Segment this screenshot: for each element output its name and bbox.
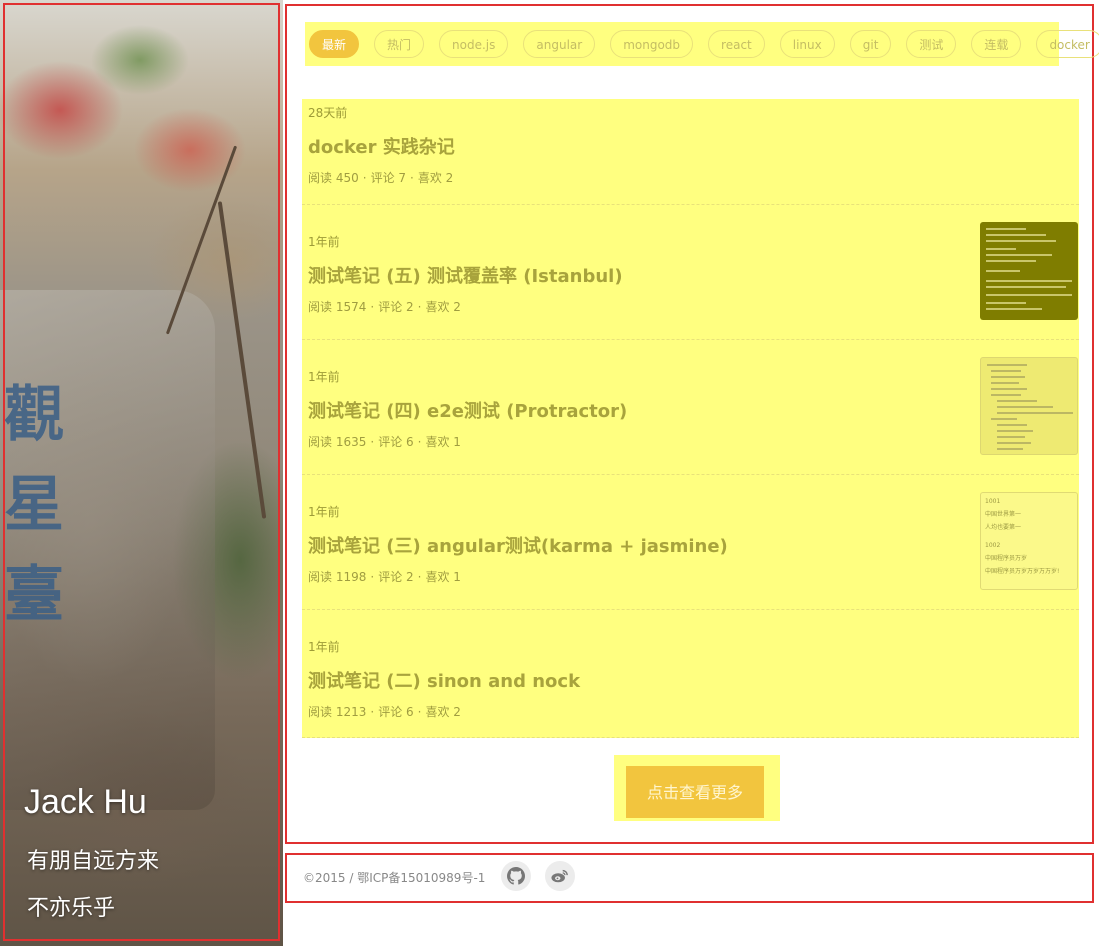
article-list: 28天前 docker 实践杂记 阅读 450 · 评论 7 · 喜欢 2 1年前 测试… — [302, 99, 1079, 738]
article-meta: 阅读 1635 · 评论 6 · 喜欢 1 — [308, 433, 461, 450]
list-preview-thumbnail[interactable]: 1001 中国世界第一 人均也要第一 1002 中国程序员万岁 中国程序员万岁万… — [980, 492, 1078, 590]
comment-count: 评论 6 — [378, 435, 414, 449]
like-count: 喜欢 2 — [425, 705, 461, 719]
tag-docker[interactable]: docker — [1036, 30, 1099, 58]
comment-count: 评论 2 — [378, 570, 414, 584]
article-time: 1年前 — [308, 505, 340, 519]
comment-count: 评论 2 — [378, 300, 414, 314]
article-time: 28天前 — [308, 106, 348, 120]
article-time: 1年前 — [308, 640, 340, 654]
article-meta: 阅读 1198 · 评论 2 · 喜欢 1 — [308, 568, 461, 585]
github-icon[interactable] — [501, 861, 531, 891]
preview-id: 1002 — [985, 542, 1001, 549]
read-count: 阅读 1635 — [308, 435, 367, 449]
preview-text: 中国程序员万岁万岁万万岁! — [985, 568, 1060, 575]
tag-git[interactable]: git — [849, 30, 892, 58]
tag-angular[interactable]: angular — [523, 30, 596, 58]
meta-separator: · — [362, 171, 367, 185]
meta-separator: · — [417, 435, 422, 449]
article-item: 1年前 测试笔记 (三) angular测试(karma + jasmine) … — [302, 475, 1079, 610]
read-count: 阅读 450 — [308, 171, 359, 185]
article-item: 1年前 测试笔记 (二) sinon and nock 阅读 1213 · 评论 6… — [302, 610, 1079, 738]
motto-line-2: 不亦乐乎 — [27, 896, 116, 921]
meta-separator: · — [370, 300, 375, 314]
article-item: 1年前 测试笔记 (五) 测试覆盖率 (Istanbul) 阅读 1574 · 评论… — [302, 205, 1079, 340]
tag-linux[interactable]: linux — [779, 30, 835, 58]
preview-text: 中国世界第一 — [985, 511, 1022, 518]
article-time: 1年前 — [308, 235, 340, 249]
article-title[interactable]: 测试笔记 (三) angular测试(karma + jasmine) — [308, 532, 728, 558]
main-content: 最新 热门 node.js angular mongodb react linu… — [285, 4, 1099, 844]
read-count: 阅读 1213 — [308, 705, 367, 719]
meta-separator: · — [410, 171, 414, 185]
read-count: 阅读 1198 — [308, 570, 367, 584]
preview-text: 中国程序员万岁 — [985, 555, 1028, 562]
article-meta: 阅读 1574 · 评论 2 · 喜欢 2 — [308, 298, 461, 315]
like-count: 喜欢 1 — [425, 570, 461, 584]
sidebar: 觀星臺 Jack Hu 有朋自远方来 不亦乐乎 — [0, 0, 283, 946]
article-title[interactable]: 测试笔记 (五) 测试覆盖率 (Istanbul) — [308, 262, 623, 288]
tag-testing[interactable]: 测试 — [906, 30, 957, 58]
tag-latest[interactable]: 最新 — [309, 30, 360, 58]
tag-filter-bar: 最新 热门 node.js angular mongodb react linu… — [305, 22, 1099, 66]
comment-count: 评论 6 — [378, 705, 414, 719]
tag-react[interactable]: react — [708, 30, 765, 58]
author-name: Jack Hu — [24, 783, 147, 821]
article-item: 28天前 docker 实践杂记 阅读 450 · 评论 7 · 喜欢 2 — [302, 99, 1079, 205]
preview-id: 1001 — [985, 498, 1001, 505]
article-meta: 阅读 450 · 评论 7 · 喜欢 2 — [308, 169, 453, 186]
load-more-area: 点击查看更多 — [614, 755, 780, 821]
footer: ©2015 / 鄂ICP备15010989号-1 — [285, 853, 1094, 903]
article-title[interactable]: 测试笔记 (二) sinon and nock — [308, 667, 580, 693]
file-tree-thumbnail[interactable] — [980, 357, 1078, 455]
article-title[interactable]: 测试笔记 (四) e2e测试 (Protractor) — [308, 397, 627, 423]
article-title[interactable]: docker 实践杂记 — [308, 133, 455, 159]
tag-series[interactable]: 连载 — [971, 30, 1022, 58]
meta-separator: · — [370, 705, 375, 719]
read-count: 阅读 1574 — [308, 300, 367, 314]
meta-separator: · — [370, 435, 375, 449]
meta-separator: · — [370, 570, 375, 584]
preview-text: 人均也要第一 — [985, 524, 1022, 531]
meta-separator: · — [417, 300, 422, 314]
article-time: 1年前 — [308, 370, 340, 384]
coverage-report-thumbnail[interactable] — [980, 222, 1078, 320]
copyright-text: ©2015 / 鄂ICP备15010989号-1 — [303, 871, 486, 885]
comment-count: 评论 7 — [370, 171, 407, 185]
meta-separator: · — [417, 705, 422, 719]
tag-hot[interactable]: 热门 — [374, 30, 425, 58]
tag-nodejs[interactable]: node.js — [439, 30, 509, 58]
meta-separator: · — [417, 570, 422, 584]
load-more-button[interactable]: 点击查看更多 — [626, 766, 764, 818]
article-item: 1年前 测试笔记 (四) e2e测试 (Protractor) 阅读 1635 ·… — [302, 340, 1079, 475]
like-count: 喜欢 1 — [425, 435, 461, 449]
weibo-icon[interactable] — [545, 861, 575, 891]
article-meta: 阅读 1213 · 评论 6 · 喜欢 2 — [308, 703, 461, 720]
like-count: 喜欢 2 — [417, 171, 454, 185]
motto-line-1: 有朋自远方来 — [27, 849, 160, 874]
like-count: 喜欢 2 — [425, 300, 461, 314]
tag-mongodb[interactable]: mongodb — [610, 30, 694, 58]
